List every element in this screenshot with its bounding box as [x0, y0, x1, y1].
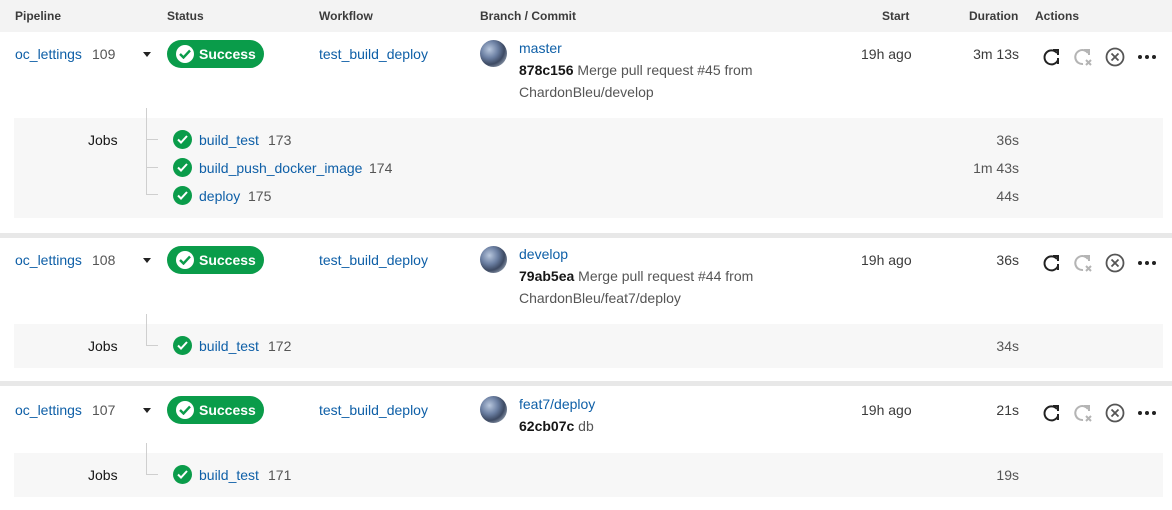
- status-label: Success: [199, 402, 256, 418]
- commit-info: 79ab5ea Merge pull request #44 from Char…: [519, 265, 789, 309]
- rerun-failed-icon[interactable]: [1072, 252, 1094, 274]
- job-tree-branch: [146, 345, 158, 346]
- start-time: 19h ago: [861, 46, 912, 62]
- commit-message: db: [578, 418, 594, 434]
- avatar: [480, 40, 507, 67]
- check-icon: [173, 336, 192, 355]
- cancel-icon[interactable]: [1104, 402, 1126, 424]
- job-number: 171: [268, 467, 292, 483]
- job-duration: 44s: [996, 188, 1019, 204]
- header-pipeline: Pipeline: [15, 9, 62, 23]
- status-badge[interactable]: Success: [167, 246, 264, 274]
- chevron-down-icon[interactable]: [143, 258, 151, 263]
- jobs-label: Jobs: [88, 338, 118, 354]
- job-link[interactable]: build_push_docker_image: [199, 160, 362, 176]
- workflow-link[interactable]: test_build_deploy: [319, 402, 428, 418]
- job-link[interactable]: build_test: [199, 338, 259, 354]
- project-link[interactable]: oc_lettings: [15, 46, 82, 62]
- commit-info: 62cb07c db: [519, 415, 789, 437]
- commit-sha[interactable]: 878c156: [519, 62, 574, 78]
- job-tree-branch: [146, 474, 158, 475]
- jobs-label: Jobs: [88, 467, 118, 483]
- table-header: Pipeline Status Workflow Branch / Commit…: [0, 0, 1172, 32]
- branch-link[interactable]: develop: [519, 246, 568, 262]
- rerun-failed-icon[interactable]: [1072, 46, 1094, 68]
- check-icon: [173, 465, 192, 484]
- pipeline-row: oc_lettings 109 Success test_build_deplo…: [0, 32, 1172, 232]
- job-number: 175: [248, 188, 272, 204]
- jobs-label: Jobs: [88, 132, 118, 148]
- rerun-icon[interactable]: [1041, 46, 1063, 68]
- project-link[interactable]: oc_lettings: [15, 252, 82, 268]
- avatar: [480, 396, 507, 423]
- branch-link[interactable]: feat7/deploy: [519, 396, 595, 412]
- chevron-down-icon[interactable]: [143, 52, 151, 57]
- job-tree-line: [146, 108, 147, 194]
- status-label: Success: [199, 252, 256, 268]
- duration: 3m 13s: [973, 46, 1019, 62]
- header-start: Start: [882, 9, 910, 23]
- check-icon: [176, 45, 194, 63]
- duration: 36s: [996, 252, 1019, 268]
- job-tree-line: [146, 314, 147, 346]
- job-tree-branch: [146, 167, 158, 168]
- commit-info: 878c156 Merge pull request #45 from Char…: [519, 59, 789, 103]
- commit-sha[interactable]: 62cb07c: [519, 418, 574, 434]
- cancel-icon[interactable]: [1104, 46, 1126, 68]
- commit-sha[interactable]: 79ab5ea: [519, 268, 574, 284]
- more-icon[interactable]: [1136, 402, 1158, 424]
- job-duration: 19s: [996, 467, 1019, 483]
- header-status: Status: [167, 9, 204, 23]
- more-icon[interactable]: [1136, 252, 1158, 274]
- job-link[interactable]: build_test: [199, 132, 259, 148]
- pipeline-number: 107: [92, 402, 116, 418]
- job-duration: 36s: [996, 132, 1019, 148]
- branch-link[interactable]: master: [519, 40, 562, 56]
- status-badge[interactable]: Success: [167, 396, 264, 424]
- cancel-icon[interactable]: [1104, 252, 1126, 274]
- header-branch-commit: Branch / Commit: [480, 9, 577, 23]
- status-label: Success: [199, 46, 256, 62]
- header-actions: Actions: [1035, 9, 1080, 23]
- job-tree-branch: [146, 194, 158, 195]
- more-icon[interactable]: [1136, 46, 1158, 68]
- avatar: [480, 246, 507, 273]
- check-icon: [176, 251, 194, 269]
- job-link[interactable]: deploy: [199, 188, 240, 204]
- rerun-icon[interactable]: [1041, 252, 1063, 274]
- check-icon: [176, 401, 194, 419]
- duration: 21s: [996, 402, 1019, 418]
- job-tree-line: [146, 443, 147, 475]
- chevron-down-icon[interactable]: [143, 408, 151, 413]
- job-number: 174: [369, 160, 393, 176]
- workflow-link[interactable]: test_build_deploy: [319, 252, 428, 268]
- rerun-failed-icon[interactable]: [1072, 402, 1094, 424]
- job-duration: 34s: [996, 338, 1019, 354]
- header-workflow: Workflow: [319, 9, 373, 23]
- pipeline-row: oc_lettings 107 Success test_build_deplo…: [0, 388, 1172, 510]
- project-link[interactable]: oc_lettings: [15, 402, 82, 418]
- header-duration: Duration: [969, 9, 1019, 23]
- job-duration: 1m 43s: [973, 160, 1019, 176]
- check-icon: [173, 130, 192, 149]
- pipeline-row: oc_lettings 108 Success test_build_deplo…: [0, 238, 1172, 380]
- rerun-icon[interactable]: [1041, 402, 1063, 424]
- row-divider: [0, 381, 1172, 386]
- check-icon: [173, 158, 192, 177]
- pipeline-number: 109: [92, 46, 116, 62]
- status-badge[interactable]: Success: [167, 40, 264, 68]
- job-number: 172: [268, 338, 292, 354]
- job-link[interactable]: build_test: [199, 467, 259, 483]
- start-time: 19h ago: [861, 402, 912, 418]
- workflow-link[interactable]: test_build_deploy: [319, 46, 428, 62]
- pipeline-number: 108: [92, 252, 116, 268]
- job-number: 173: [268, 132, 292, 148]
- start-time: 19h ago: [861, 252, 912, 268]
- job-tree-branch: [146, 139, 158, 140]
- check-icon: [173, 186, 192, 205]
